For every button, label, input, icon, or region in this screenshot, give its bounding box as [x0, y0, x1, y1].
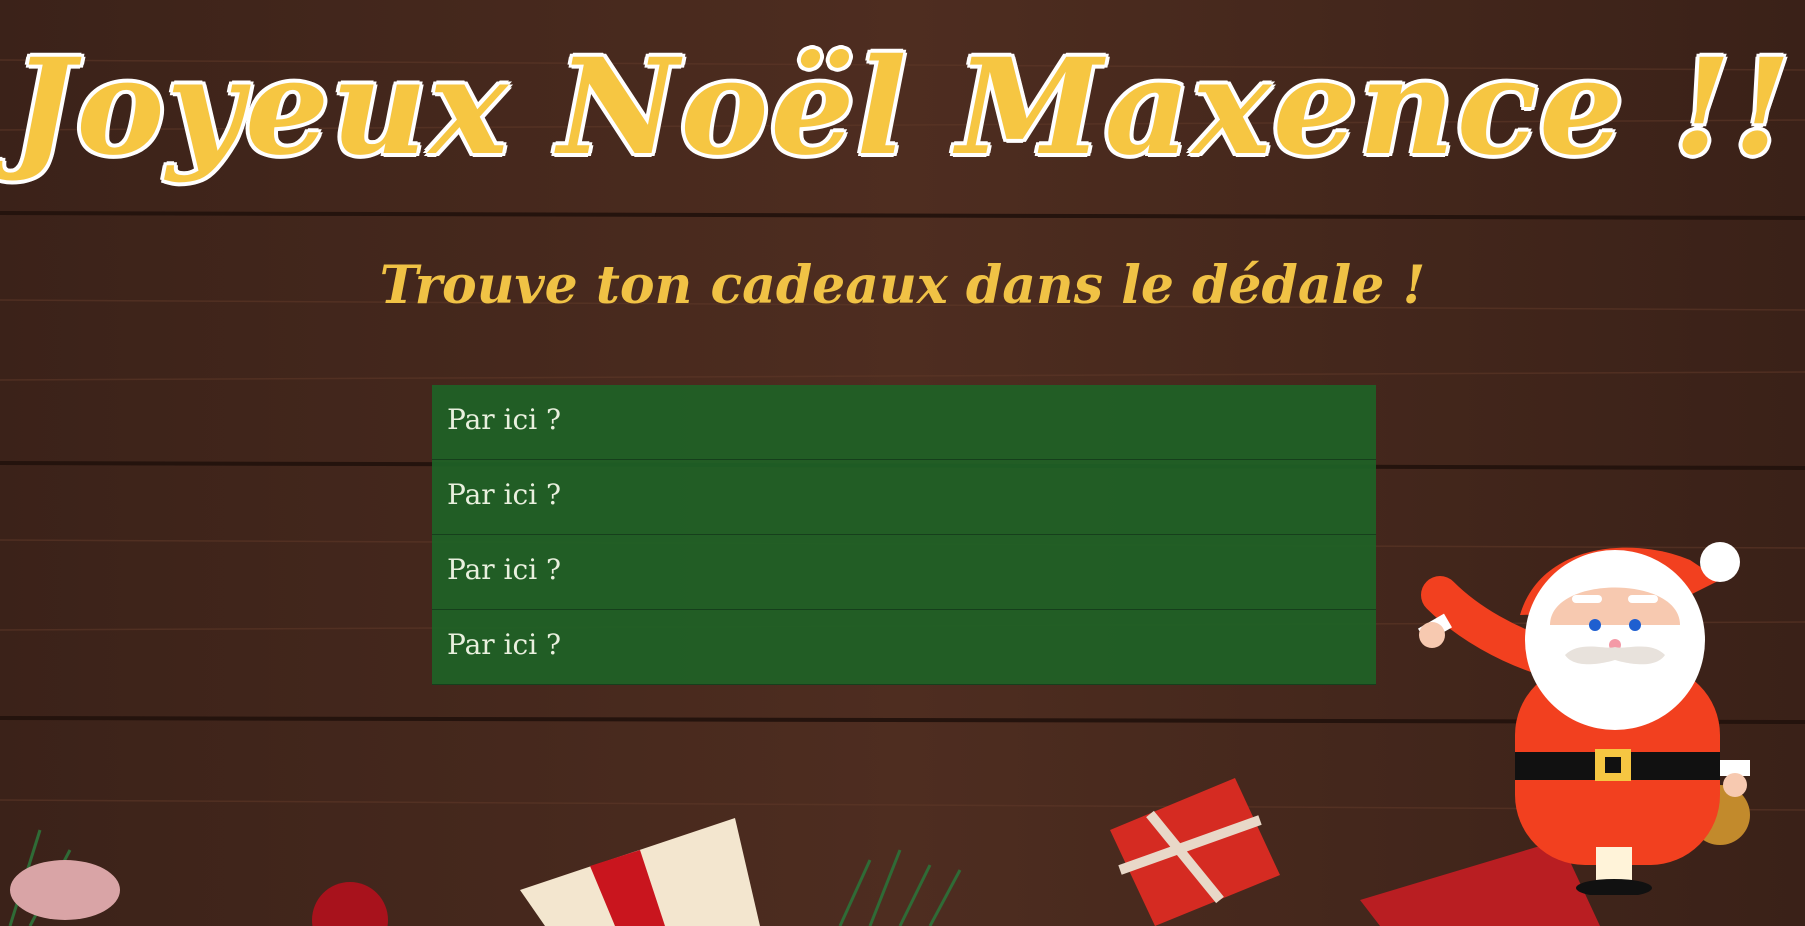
maze-choice-4[interactable]: Par ici ? [432, 610, 1376, 685]
page-title: Joyeux Noël Maxence !! [11, 30, 1794, 185]
santa-claus-illustration [1418, 542, 1750, 895]
maze-choices: Par ici ? Par ici ? Par ici ? Par ici ? [432, 385, 1376, 685]
maze-choice-2[interactable]: Par ici ? [432, 460, 1376, 535]
frosted-berries [10, 860, 120, 920]
maze-choice-1[interactable]: Par ici ? [432, 385, 1376, 460]
maze-choice-3[interactable]: Par ici ? [432, 535, 1376, 610]
page-subtitle: Trouve ton cadeaux dans le dédale ! [379, 255, 1426, 316]
